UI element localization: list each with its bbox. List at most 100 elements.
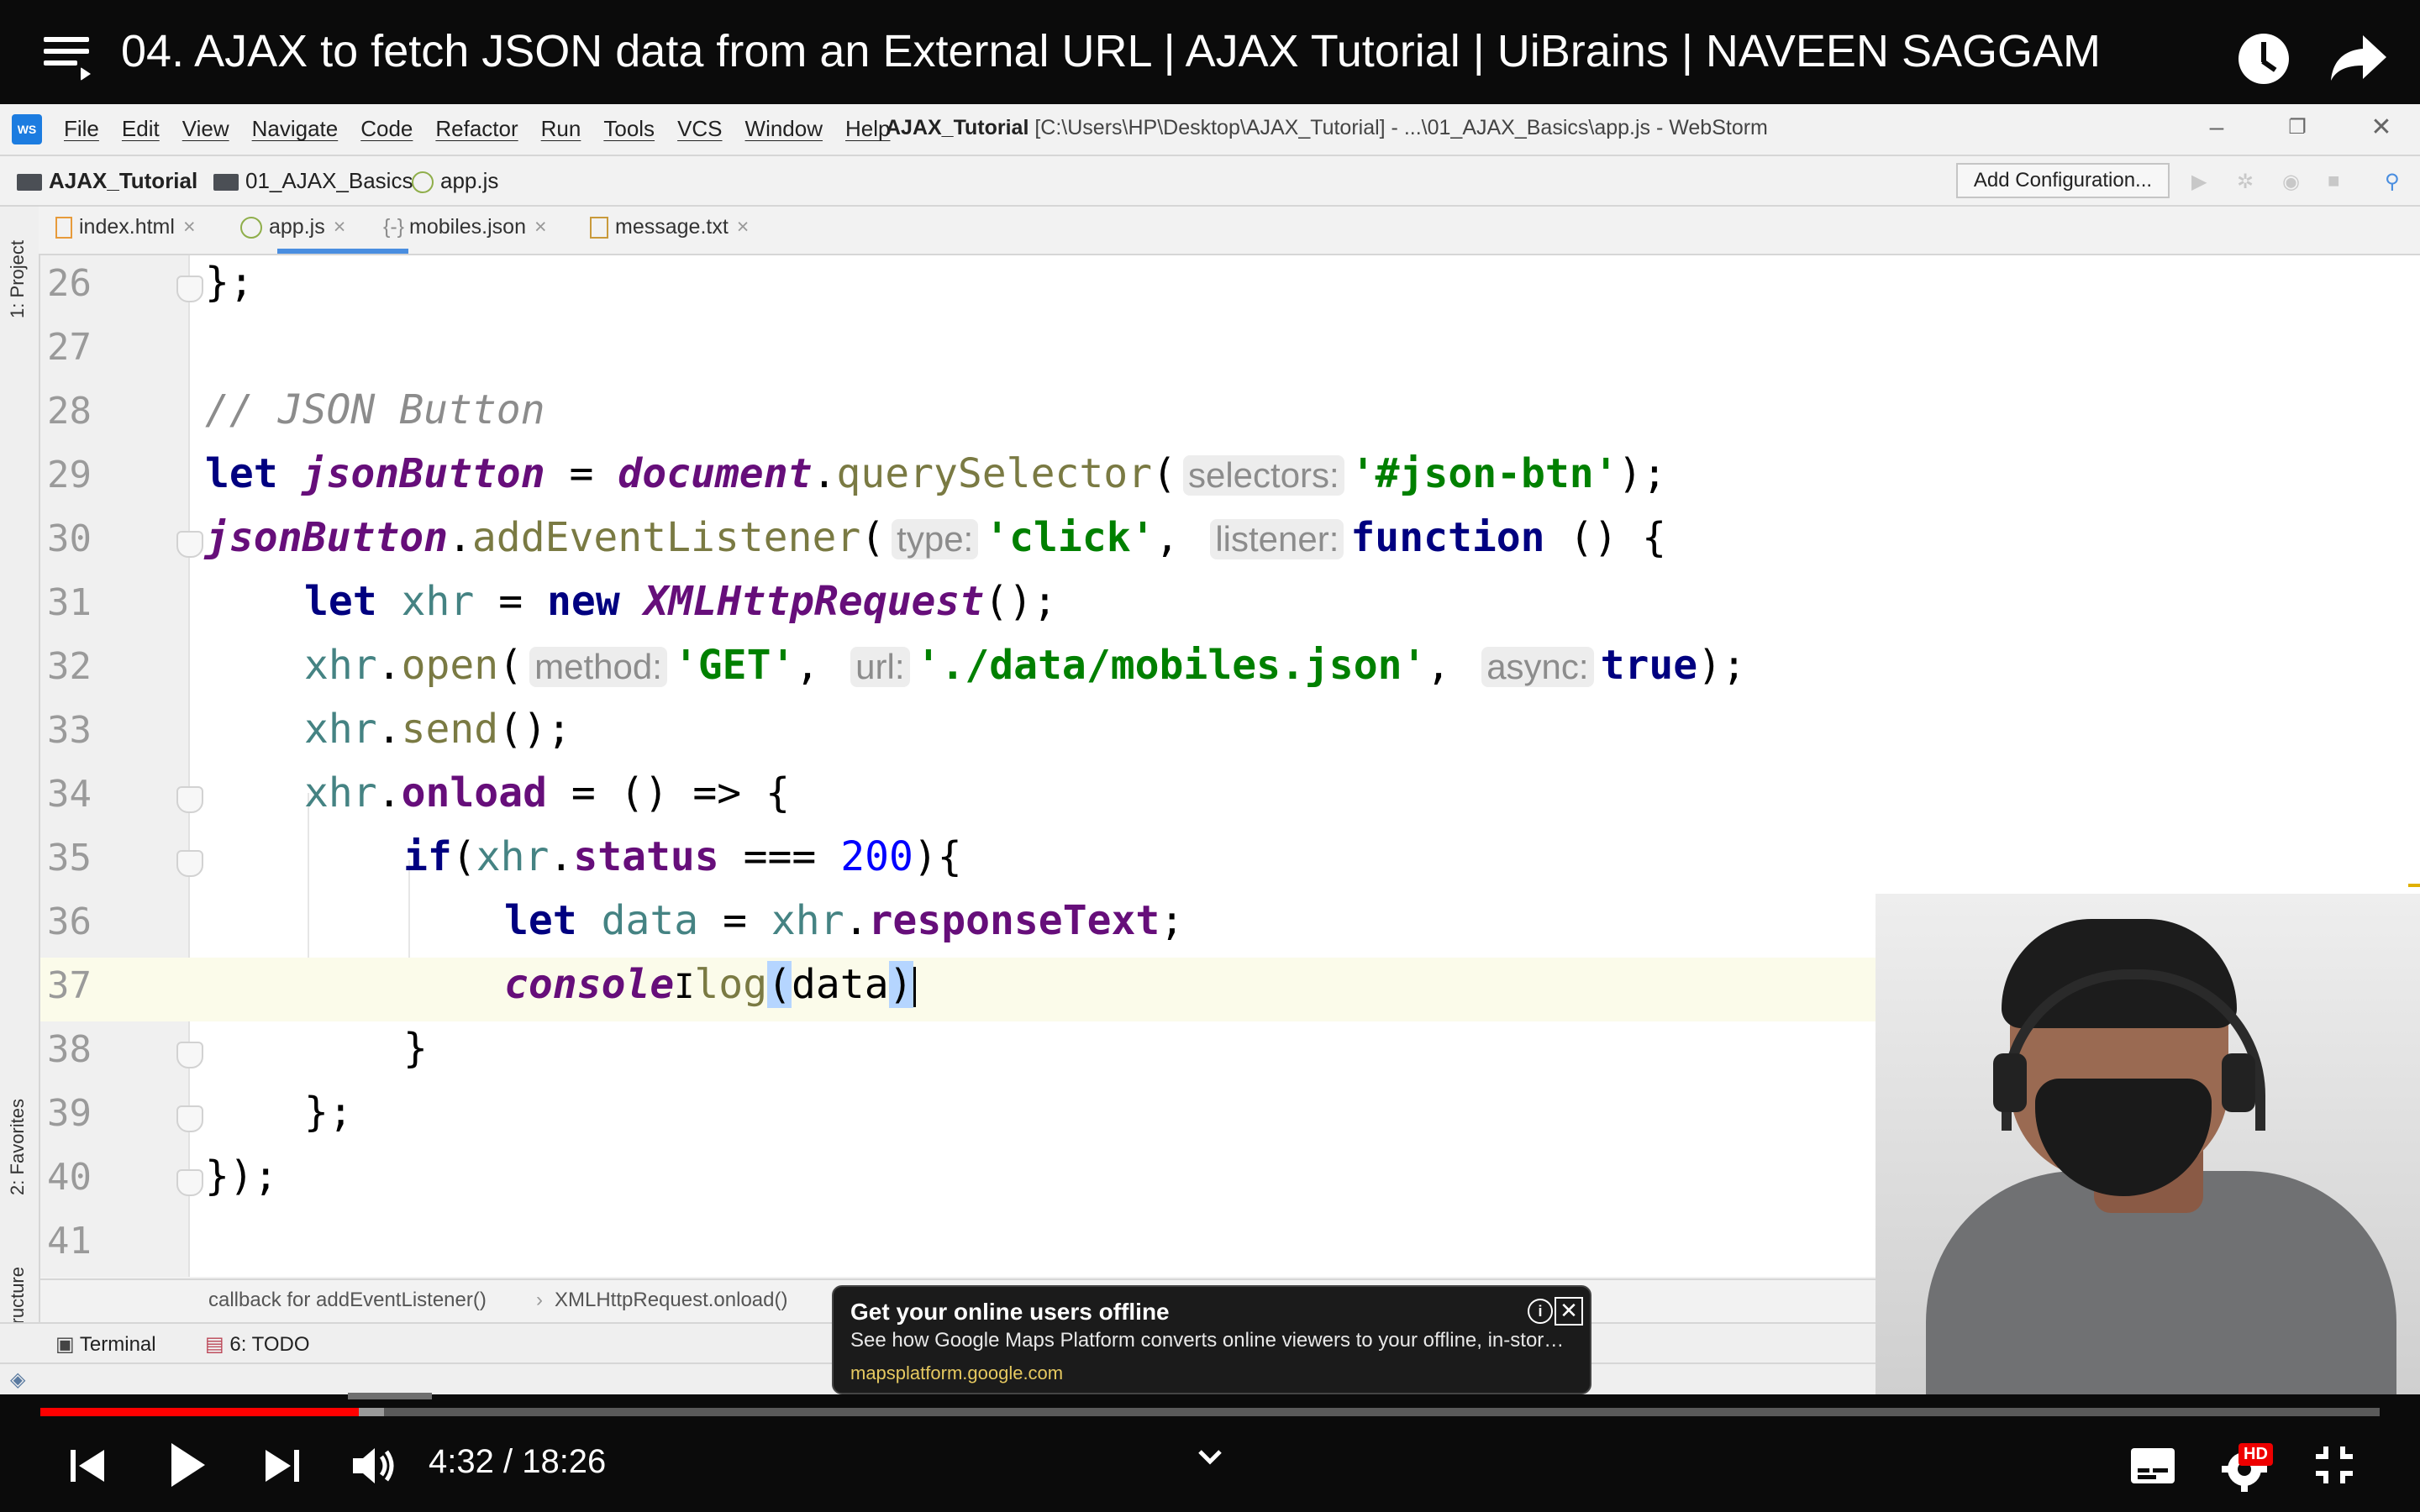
code-line: 31 let xhr = new XMLHttpRequest(); xyxy=(40,575,2420,638)
editor-breadcrumb[interactable]: XMLHttpRequest.onload() xyxy=(555,1289,787,1312)
text-caret xyxy=(913,967,916,1007)
tab-mobiles-json[interactable]: {-} mobiles.json × xyxy=(383,215,547,239)
run-icon[interactable]: ▶ xyxy=(2191,170,2213,193)
menu-run[interactable]: Run xyxy=(541,116,581,142)
clock-icon[interactable] xyxy=(2238,34,2289,84)
play-icon[interactable] xyxy=(168,1440,208,1490)
volume-icon[interactable] xyxy=(350,1443,397,1488)
chevron-down-icon[interactable] xyxy=(1197,1446,1223,1467)
breadcrumb-file[interactable]: app.js xyxy=(412,168,498,194)
menu-window[interactable]: Window xyxy=(745,116,823,142)
todo-icon: ▤ xyxy=(205,1333,230,1356)
line-number: 39 xyxy=(47,1092,92,1135)
todo-button[interactable]: ▤ 6: TODO xyxy=(205,1332,310,1357)
fold-marker-icon[interactable] xyxy=(176,1169,203,1196)
terminal-button[interactable]: ▣ Terminal xyxy=(55,1332,156,1357)
minimize-icon[interactable]: – xyxy=(2198,111,2235,144)
chevron-right-icon: › xyxy=(536,1289,543,1311)
previous-icon[interactable] xyxy=(67,1445,108,1487)
fold-marker-icon[interactable] xyxy=(176,1105,203,1132)
menu-tools[interactable]: Tools xyxy=(603,116,655,142)
add-configuration-button[interactable]: Add Configuration... xyxy=(1956,163,2170,198)
project-tool-button[interactable]: 1: Project xyxy=(7,240,29,318)
code-text: // JSON Button xyxy=(205,386,545,433)
code-text: if(xhr.status === 200){ xyxy=(403,833,962,880)
exit-fullscreen-icon[interactable] xyxy=(2312,1443,2356,1487)
progress-bar[interactable] xyxy=(40,1408,2380,1416)
menu-icon[interactable] xyxy=(44,37,91,81)
stop-icon[interactable]: ■ xyxy=(2328,170,2349,192)
line-number: 26 xyxy=(47,262,92,305)
webstorm-logo-icon: WS xyxy=(12,114,42,144)
menu-vcs[interactable]: VCS xyxy=(677,116,722,142)
line-number: 35 xyxy=(47,837,92,879)
menu-view[interactable]: View xyxy=(182,116,229,142)
layers-icon[interactable]: ◈ xyxy=(10,1368,25,1392)
code-text: }; xyxy=(304,1089,353,1136)
close-tab-icon[interactable]: × xyxy=(534,215,547,239)
ad-title[interactable]: Get your online users offline xyxy=(850,1299,1170,1326)
fold-marker-icon[interactable] xyxy=(176,850,203,877)
code-line: 34 xhr.onload = () => { xyxy=(40,766,2420,830)
line-number: 28 xyxy=(47,390,92,433)
search-icon[interactable]: ⚲ xyxy=(2385,170,2407,193)
menu-navigate[interactable]: Navigate xyxy=(252,116,339,142)
code-line: 32 xhr.open(method: 'GET', url: './data/mo… xyxy=(40,638,2420,702)
line-number: 34 xyxy=(47,773,92,816)
favorites-tool-button[interactable]: 2: Favorites xyxy=(7,1099,29,1195)
close-tab-icon[interactable]: × xyxy=(183,215,196,239)
subtitles-icon[interactable] xyxy=(2129,1446,2176,1485)
info-icon[interactable]: i xyxy=(1528,1299,1553,1324)
menu-help[interactable]: Help xyxy=(845,116,890,142)
fold-marker-icon[interactable] xyxy=(176,786,203,813)
tab-app-js[interactable]: app.js × xyxy=(240,215,345,239)
menu-refactor[interactable]: Refactor xyxy=(435,116,518,142)
tab-index-html[interactable]: index.html × xyxy=(55,215,196,239)
code-line: 33 xhr.send(); xyxy=(40,702,2420,766)
fold-marker-icon[interactable] xyxy=(176,276,203,302)
menu-edit[interactable]: Edit xyxy=(122,116,160,142)
breadcrumb-folder[interactable]: 01_AJAX_Basics xyxy=(213,168,413,194)
coverage-icon[interactable]: ◉ xyxy=(2282,170,2304,193)
restore-icon[interactable]: ❐ xyxy=(2279,111,2316,144)
close-tab-icon[interactable]: × xyxy=(737,215,750,239)
video-title[interactable]: 04. AJAX to fetch JSON data from an Exte… xyxy=(121,25,2101,77)
code-line: 29 let jsonButton = document.querySelect… xyxy=(40,447,2420,511)
line-number: 37 xyxy=(47,964,92,1007)
debug-icon[interactable]: ✲ xyxy=(2237,170,2259,193)
folder-icon xyxy=(17,174,42,192)
next-icon[interactable] xyxy=(262,1445,302,1487)
ad-overlay[interactable]: Get your online users offline See how Go… xyxy=(832,1285,1591,1394)
share-icon[interactable] xyxy=(2329,32,2388,84)
active-tab-indicator xyxy=(277,249,408,254)
fold-marker-icon[interactable] xyxy=(176,531,203,558)
code-text: let data = xhr.responseText; xyxy=(504,897,1185,944)
code-line: 35 if(xhr.status === 200){ xyxy=(40,830,2420,894)
window-title: AJAX_Tutorial [C:\Users\HP\Desktop\AJAX_… xyxy=(886,116,1768,140)
line-number: 32 xyxy=(47,645,92,688)
js-file-icon xyxy=(240,217,262,239)
close-window-icon[interactable]: ✕ xyxy=(2363,111,2400,144)
line-number: 40 xyxy=(47,1156,92,1199)
ad-description[interactable]: See how Google Maps Platform converts on… xyxy=(850,1329,1573,1352)
text-file-icon xyxy=(590,217,608,239)
fold-marker-icon[interactable] xyxy=(176,1042,203,1068)
close-icon[interactable]: ✕ xyxy=(1555,1297,1583,1326)
close-tab-icon[interactable]: × xyxy=(334,215,346,239)
line-number: 36 xyxy=(47,900,92,943)
code-text: xhr.onload = () => { xyxy=(304,769,790,816)
menu-file[interactable]: File xyxy=(64,116,99,142)
error-stripe-mark[interactable] xyxy=(2408,884,2420,887)
ad-url[interactable]: mapsplatform.google.com xyxy=(850,1362,1063,1384)
time-current: 4:32 xyxy=(429,1443,494,1480)
breadcrumb-project[interactable]: AJAX_Tutorial xyxy=(17,168,197,194)
video-title-bar: 04. AJAX to fetch JSON data from an Exte… xyxy=(0,0,2420,104)
time-total: 18:26 xyxy=(522,1443,607,1480)
editor-breadcrumb[interactable]: callback for addEventListener() xyxy=(208,1289,487,1312)
time-display: 4:32 / 18:26 xyxy=(429,1443,607,1480)
folder-icon xyxy=(213,174,239,192)
code-text: consoleIlog(data) xyxy=(504,961,916,1008)
menu-code[interactable]: Code xyxy=(360,116,413,142)
code-text: }; xyxy=(205,259,254,306)
tab-message-txt[interactable]: message.txt × xyxy=(590,215,749,239)
